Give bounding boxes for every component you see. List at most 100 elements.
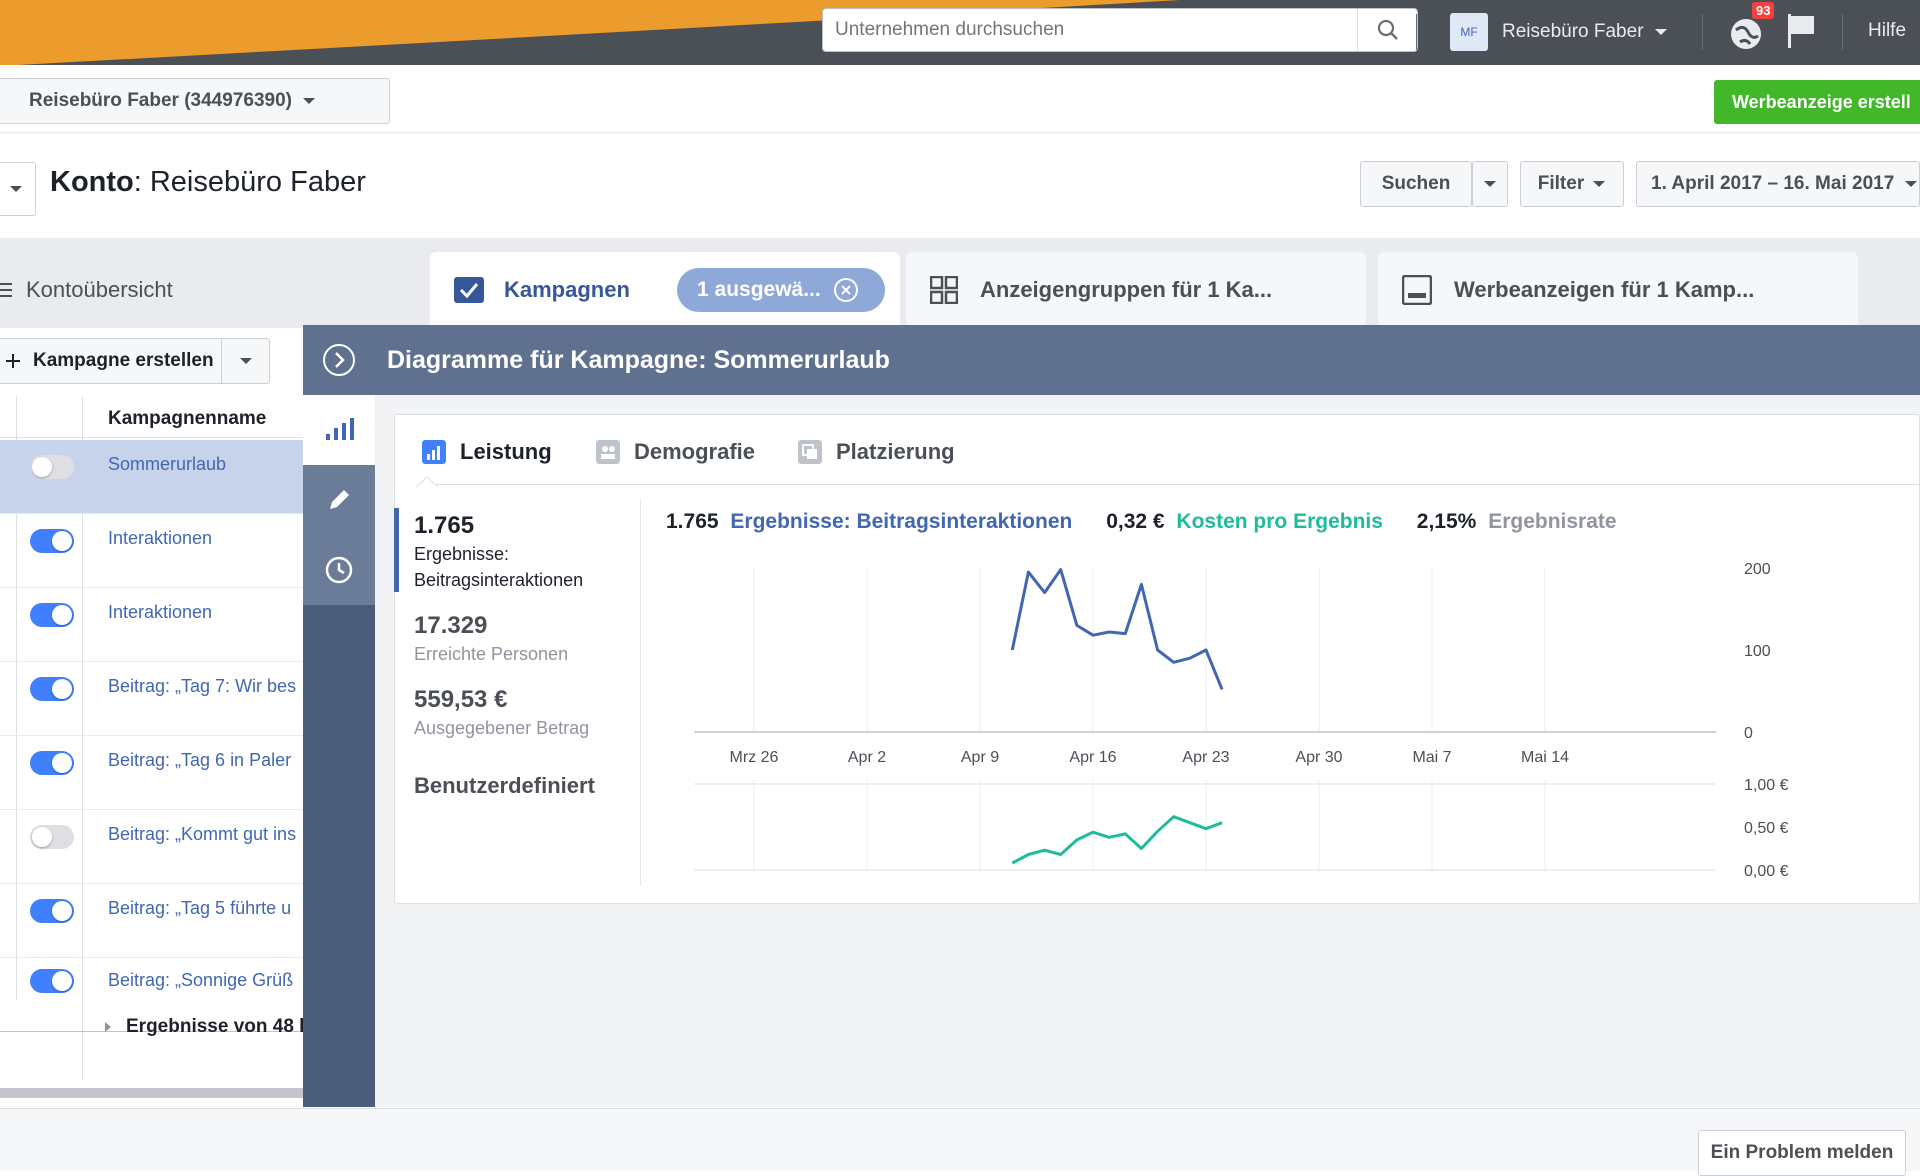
- campaign-name-link[interactable]: Beitrag: „Kommt gut ins: [108, 824, 304, 845]
- y-tick-label: 100: [1744, 643, 1771, 660]
- campaign-name-link[interactable]: Beitrag: „Tag 5 führte u: [108, 898, 304, 919]
- campaign-toggle[interactable]: [30, 825, 74, 849]
- placement-icon: [798, 440, 822, 464]
- panel-title: Diagramme für Kampagne: Sommerurlaub: [375, 325, 1920, 395]
- topbar-divider: [1702, 14, 1703, 50]
- metric-spend-value[interactable]: 559,53 €: [414, 686, 507, 714]
- custom-metric-link[interactable]: Benutzerdefiniert: [414, 773, 595, 799]
- close-panel-button[interactable]: [303, 325, 375, 395]
- pencil-icon: [330, 490, 349, 509]
- bar-chart-icon: [326, 418, 354, 440]
- toggle-knob: [52, 679, 72, 699]
- tab-ads-label: Werbeanzeigen für 1 Kamp...: [1454, 277, 1755, 302]
- list-icon: [0, 283, 12, 297]
- tab-divider: [420, 484, 1920, 485]
- campaign-toggle[interactable]: [30, 529, 74, 553]
- y-tick-label: 0: [1744, 725, 1753, 742]
- toggle-knob: [32, 827, 52, 847]
- topbar-divider: [1842, 14, 1843, 50]
- toggle-knob: [32, 457, 52, 477]
- report-problem-button[interactable]: Ein Problem melden: [1698, 1130, 1906, 1176]
- active-tab-caret: [416, 476, 438, 488]
- campaign-toggle[interactable]: [30, 455, 74, 479]
- clear-selection-icon[interactable]: [833, 277, 859, 303]
- toggle-knob: [52, 901, 72, 921]
- date-range-picker[interactable]: 1. April 2017 – 16. Mai 2017: [1636, 161, 1920, 207]
- campaign-name-link[interactable]: Interaktionen: [108, 602, 304, 623]
- account-name: Reisebüro Faber: [1502, 21, 1644, 42]
- help-link[interactable]: Hilfe: [1868, 20, 1906, 42]
- metric-results-value[interactable]: 1.765: [414, 512, 474, 540]
- campaign-name-link[interactable]: Beitrag: „Sonnige Grüß: [108, 970, 304, 991]
- tab-placement[interactable]: Platzierung: [798, 432, 955, 472]
- ad-icon: [1402, 275, 1432, 305]
- x-tick-label: Apr 2: [848, 749, 886, 766]
- edit-nav-button[interactable]: [303, 465, 375, 535]
- account-switcher[interactable]: MF Reisebüro Faber: [1450, 12, 1668, 52]
- summary-cost-value: 0,32 €: [1106, 510, 1165, 533]
- toggle-knob: [52, 605, 72, 625]
- horizontal-scrollbar[interactable]: [0, 1088, 305, 1098]
- caret-right-icon[interactable]: [104, 1021, 112, 1033]
- create-ad-button[interactable]: Werbeanzeige erstell: [1714, 80, 1920, 124]
- metrics-divider: [640, 500, 641, 886]
- tab-ad-sets-label: Anzeigengruppen für 1 Ka...: [980, 277, 1273, 302]
- chevron-down-icon: [1484, 181, 1496, 187]
- create-campaign-button[interactable]: Kampagne erstellen: [0, 338, 270, 384]
- campaign-name-link[interactable]: Interaktionen: [108, 528, 304, 549]
- plus-icon: [6, 354, 20, 368]
- y-tick-label: 0,50 €: [1744, 820, 1789, 837]
- tab-account-overview[interactable]: Kontoübersicht: [0, 252, 420, 328]
- page-title-label: Konto: [50, 166, 134, 198]
- charts-nav-button[interactable]: [303, 395, 375, 465]
- column-header-campaign-name[interactable]: Kampagnenname: [108, 408, 266, 430]
- chevron-down-icon: [239, 358, 252, 364]
- campaign-toggle[interactable]: [30, 969, 74, 993]
- summary-results-label: Ergebnisse: Beitragsinteraktionen: [730, 510, 1073, 533]
- clock-icon: [325, 556, 353, 584]
- y-tick-label: 1,00 €: [1744, 777, 1789, 794]
- metric-reach-value[interactable]: 17.329: [414, 612, 487, 640]
- x-tick-label: Mrz 26: [730, 749, 779, 766]
- tab-ad-sets[interactable]: Anzeigengruppen für 1 Ka...: [906, 252, 1366, 328]
- notification-badge: 93: [1752, 2, 1775, 19]
- x-tick-label: Apr 16: [1069, 749, 1116, 766]
- campaign-toggle[interactable]: [30, 751, 74, 775]
- company-search-input[interactable]: [835, 9, 1355, 51]
- account-avatar: MF: [1450, 13, 1488, 51]
- people-icon: [596, 440, 620, 464]
- create-campaign-label: Kampagne erstellen: [33, 350, 214, 371]
- performance-chart: Mrz 26 Apr 2 Apr 9 Apr 16 Apr 23 Apr 30 Mai 7 M…: [694, 561, 1789, 880]
- page-footer: [0, 1108, 1920, 1171]
- collapse-button[interactable]: [0, 162, 36, 216]
- toggle-knob: [52, 753, 72, 773]
- tab-demographics[interactable]: Demografie: [596, 432, 755, 472]
- campaign-name-link[interactable]: Beitrag: „Tag 6 in Paler: [108, 750, 304, 771]
- search-button[interactable]: [1357, 9, 1417, 51]
- company-search-box[interactable]: [822, 8, 1418, 52]
- campaign-name-link[interactable]: Sommerurlaub: [108, 454, 304, 475]
- metric-spend-label: Ausgegebener Betrag: [414, 718, 590, 738]
- ad-account-selector[interactable]: Reisebüro Faber (344976390): [0, 78, 390, 124]
- selection-pill[interactable]: 1 ausgewä...: [677, 268, 885, 312]
- cost-series-line: [1011, 815, 1223, 865]
- chevron-down-icon: [302, 98, 315, 104]
- page-title: Konto: Reisebüro Faber: [50, 166, 366, 199]
- search-dropdown-button[interactable]: [1472, 161, 1508, 207]
- tab-account-overview-label: Kontoübersicht: [26, 277, 173, 302]
- tab-placement-label: Platzierung: [836, 439, 955, 464]
- filter-button[interactable]: Filter: [1520, 161, 1624, 207]
- campaign-name-link[interactable]: Beitrag: „Tag 7: Wir bes: [108, 676, 304, 697]
- flag-icon[interactable]: [1786, 12, 1816, 50]
- create-campaign-dropdown[interactable]: [221, 339, 269, 383]
- campaign-toggle[interactable]: [30, 677, 74, 701]
- checkbox-checked-icon: [454, 277, 484, 303]
- campaign-toggle[interactable]: [30, 603, 74, 627]
- tab-performance[interactable]: Leistung: [422, 432, 552, 472]
- x-tick-label: Mai 7: [1412, 749, 1451, 766]
- campaign-toggle[interactable]: [30, 899, 74, 923]
- tab-ads[interactable]: Werbeanzeigen für 1 Kamp...: [1378, 252, 1858, 328]
- search-filter-button[interactable]: Suchen: [1360, 161, 1472, 207]
- history-nav-button[interactable]: [303, 535, 375, 605]
- metric-reach-label: Erreichte Personen: [414, 644, 569, 664]
